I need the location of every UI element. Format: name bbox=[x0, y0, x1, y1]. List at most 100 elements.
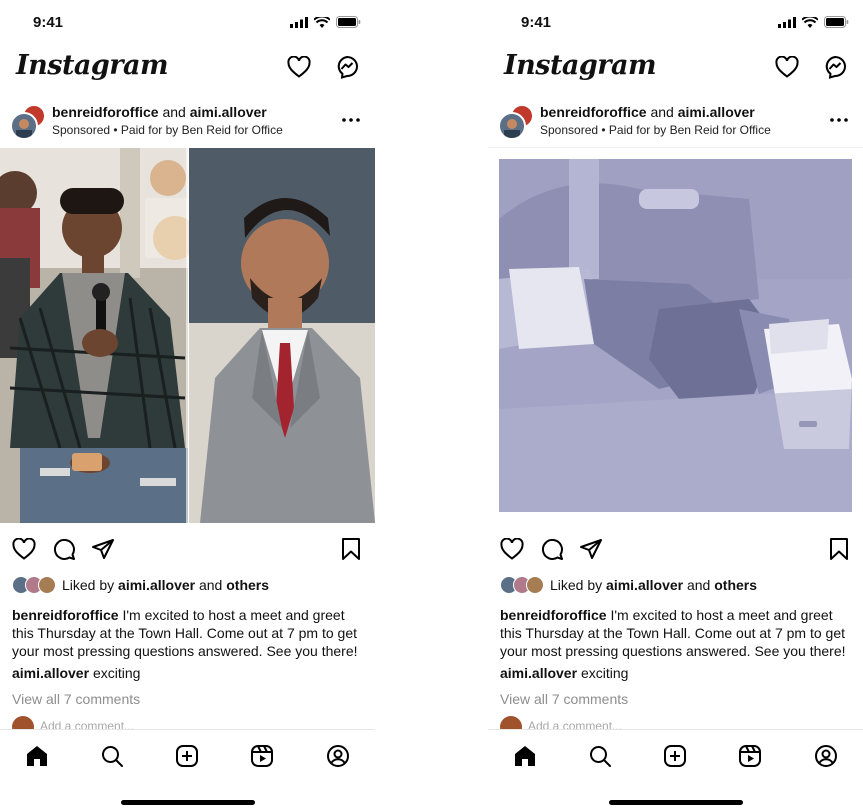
tab-reels[interactable] bbox=[737, 743, 763, 769]
comment-username[interactable]: aimi.allover bbox=[12, 665, 89, 681]
comment-text: exciting bbox=[92, 665, 141, 681]
comment-icon bbox=[541, 538, 563, 560]
comment-preview: aimi.allover exciting bbox=[500, 665, 851, 681]
comment-icon bbox=[53, 538, 75, 560]
create-icon bbox=[176, 745, 198, 767]
phone-screen-left: 9:41 Instagram benreidforoffice and aimi… bbox=[0, 0, 375, 812]
username-link[interactable]: benreidforoffice bbox=[540, 104, 647, 120]
username-link[interactable]: aimi.allover bbox=[190, 104, 267, 120]
post-photo bbox=[499, 159, 852, 512]
post-photo bbox=[0, 148, 375, 523]
sponsored-label: Sponsored • Paid for by Ben Reid for Off… bbox=[52, 123, 283, 137]
post-avatars[interactable] bbox=[10, 104, 46, 140]
caption-username[interactable]: benreidforoffice bbox=[500, 607, 607, 623]
share-button[interactable] bbox=[578, 536, 604, 562]
post-usernames: benreidforoffice and aimi.allover bbox=[540, 104, 755, 120]
share-icon bbox=[580, 539, 602, 559]
comment-preview: aimi.allover exciting bbox=[12, 665, 363, 681]
caption-username[interactable]: benreidforoffice bbox=[12, 607, 119, 623]
liker-avatars bbox=[12, 576, 56, 594]
home-indicator bbox=[609, 800, 743, 805]
bookmark-icon bbox=[830, 538, 848, 560]
tab-home[interactable] bbox=[512, 743, 538, 769]
more-icon bbox=[342, 118, 360, 122]
sponsored-label: Sponsored • Paid for by Ben Reid for Off… bbox=[540, 123, 771, 137]
comment-button[interactable] bbox=[51, 536, 77, 562]
search-icon bbox=[590, 746, 611, 767]
heart-icon bbox=[287, 56, 311, 78]
save-button[interactable] bbox=[826, 536, 852, 562]
post-usernames: benreidforoffice and aimi.allover bbox=[52, 104, 267, 120]
tab-create[interactable] bbox=[662, 743, 688, 769]
battery-icon bbox=[824, 16, 849, 28]
post-image[interactable] bbox=[499, 159, 852, 512]
messenger-icon bbox=[825, 55, 846, 79]
create-icon bbox=[664, 745, 686, 767]
notifications-button[interactable] bbox=[774, 54, 800, 80]
post-header: benreidforoffice and aimi.allover Sponso… bbox=[0, 100, 375, 144]
like-button[interactable] bbox=[499, 536, 525, 562]
share-icon bbox=[92, 539, 114, 559]
avatar bbox=[526, 576, 544, 594]
liked-by-others[interactable]: others bbox=[714, 577, 757, 593]
instagram-logo: Instagram bbox=[504, 50, 657, 81]
bottom-tab-bar bbox=[0, 729, 375, 812]
tab-reels[interactable] bbox=[249, 743, 275, 769]
app-header: Instagram bbox=[0, 44, 375, 94]
bookmark-icon bbox=[342, 538, 360, 560]
messenger-button[interactable] bbox=[822, 54, 848, 80]
messenger-button[interactable] bbox=[334, 54, 360, 80]
liked-by-and: and bbox=[686, 577, 711, 593]
post-actions bbox=[0, 536, 375, 564]
divider bbox=[488, 147, 863, 148]
signal-icon bbox=[778, 16, 796, 28]
liked-by-and: and bbox=[198, 577, 223, 593]
liked-by-prefix: Liked by bbox=[62, 577, 115, 593]
heart-icon bbox=[500, 538, 524, 560]
search-icon bbox=[102, 746, 123, 767]
view-all-comments-link[interactable]: View all 7 comments bbox=[12, 691, 140, 707]
view-all-comments-link[interactable]: View all 7 comments bbox=[500, 691, 628, 707]
save-button[interactable] bbox=[338, 536, 364, 562]
share-button[interactable] bbox=[90, 536, 116, 562]
status-bar: 9:41 bbox=[0, 0, 375, 44]
profile-icon bbox=[327, 745, 349, 767]
status-time: 9:41 bbox=[33, 14, 64, 31]
more-options-button[interactable] bbox=[827, 110, 851, 130]
comment-button[interactable] bbox=[539, 536, 565, 562]
tab-create[interactable] bbox=[174, 743, 200, 769]
tab-home[interactable] bbox=[24, 743, 50, 769]
connector-text: and bbox=[162, 104, 186, 120]
like-button[interactable] bbox=[11, 536, 37, 562]
status-time: 9:41 bbox=[521, 14, 552, 31]
tab-profile[interactable] bbox=[813, 743, 839, 769]
reels-icon bbox=[251, 745, 273, 767]
tab-profile[interactable] bbox=[325, 743, 351, 769]
post-caption: benreidforoffice I'm excited to host a m… bbox=[500, 606, 851, 660]
post-avatars[interactable] bbox=[498, 104, 534, 140]
username-link[interactable]: aimi.allover bbox=[678, 104, 755, 120]
status-icons bbox=[778, 16, 849, 28]
username-link[interactable]: benreidforoffice bbox=[52, 104, 159, 120]
wifi-icon bbox=[802, 16, 818, 28]
notifications-button[interactable] bbox=[286, 54, 312, 80]
heart-icon bbox=[12, 538, 36, 560]
tab-search[interactable] bbox=[99, 743, 125, 769]
status-bar: 9:41 bbox=[488, 0, 863, 44]
post-image[interactable] bbox=[0, 148, 375, 523]
signal-icon bbox=[290, 16, 308, 28]
comment-username[interactable]: aimi.allover bbox=[500, 665, 577, 681]
avatar bbox=[38, 576, 56, 594]
tab-search[interactable] bbox=[587, 743, 613, 769]
likes-summary: Liked by aimi.allover and others bbox=[500, 575, 851, 595]
liked-by-prefix: Liked by bbox=[550, 577, 603, 593]
home-icon bbox=[27, 746, 47, 766]
post-header: benreidforoffice and aimi.allover Sponso… bbox=[488, 100, 863, 144]
app-header: Instagram bbox=[488, 44, 863, 94]
wifi-icon bbox=[314, 16, 330, 28]
liked-by-others[interactable]: others bbox=[226, 577, 269, 593]
liked-by-user[interactable]: aimi.allover bbox=[118, 577, 195, 593]
liked-by-user[interactable]: aimi.allover bbox=[606, 577, 683, 593]
liker-avatars bbox=[500, 576, 544, 594]
more-options-button[interactable] bbox=[339, 110, 363, 130]
